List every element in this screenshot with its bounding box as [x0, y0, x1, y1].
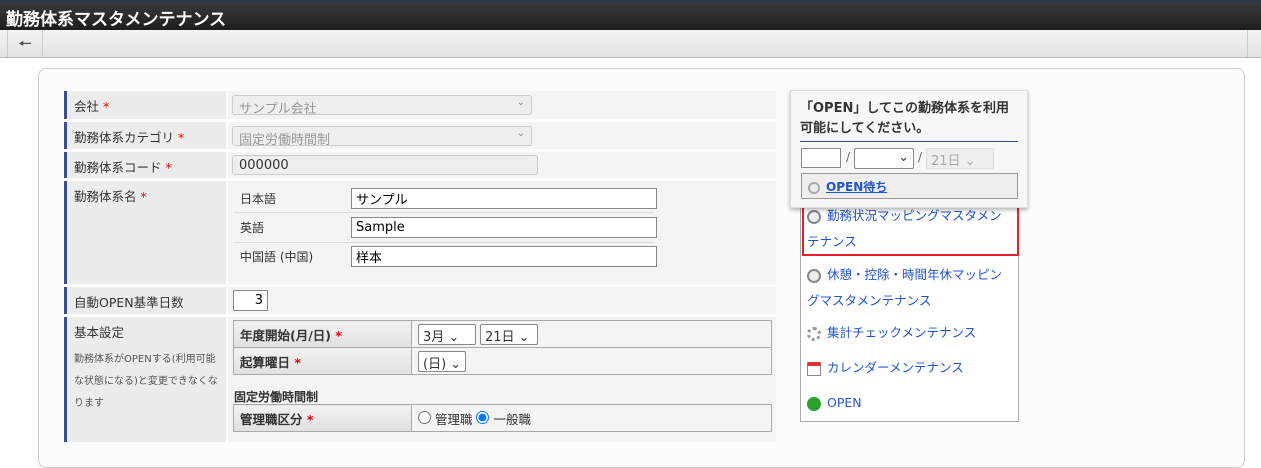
power-icon: [808, 181, 820, 194]
open-day-select: 21日 ⌄: [926, 148, 994, 169]
page-title: 勤務体系マスタメンテナンス: [0, 0, 1261, 30]
calendar-icon: [807, 361, 821, 376]
toolbar-divider: [1247, 30, 1261, 57]
clock-icon: [807, 268, 821, 283]
name-ja-input[interactable]: [351, 188, 657, 209]
menu-item-status-mapping[interactable]: 勤務状況マッピングマスタメンテナンス: [807, 203, 1007, 255]
name-en-input[interactable]: [351, 217, 657, 238]
radio-manager[interactable]: [418, 410, 431, 424]
open-wait-button[interactable]: OPEN待ち: [801, 173, 1018, 199]
menu-item-break-mapping[interactable]: 休憩・控除・時間年休マッピングマスタメンテナンス: [807, 262, 1012, 314]
menu-item-open[interactable]: OPEN: [807, 390, 862, 416]
fiscal-day-select[interactable]: 21日 ⌄: [479, 323, 538, 345]
gear-icon: [807, 326, 821, 341]
open-popup: 「OPEN」してこの勤務体系を利用可能にしてください。 / ⌄ / 21日 ⌄ …: [790, 90, 1028, 208]
open-message: 「OPEN」してこの勤務体系を利用可能にしてください。: [800, 99, 1018, 142]
basic-settings-table: 年度開始(月/日) * 3月 ⌄ 21日 ⌄ 起算曜日 * (日) ⌄: [233, 320, 772, 375]
company-select[interactable]: サンプル会社 ⌄: [232, 95, 532, 117]
clock-icon: [807, 209, 821, 224]
open-month-select[interactable]: ⌄: [854, 148, 914, 169]
fiscal-month-select[interactable]: 3月 ⌄: [418, 323, 476, 345]
menu-item-calendar[interactable]: カレンダーメンテナンス: [807, 355, 964, 381]
section-heading: 固定労働時間制: [234, 390, 319, 404]
toolbar: 🠔: [0, 30, 1261, 58]
name-fields: 日本語 英語 中国語 (中国): [228, 181, 776, 284]
lang-label-ja: 日本語: [240, 192, 277, 206]
open-year-input[interactable]: [801, 148, 841, 168]
radio-general[interactable]: [476, 410, 490, 424]
back-arrow-icon[interactable]: 🠔: [7, 30, 43, 57]
power-icon: [807, 396, 821, 411]
company-label: 会社 *: [64, 91, 226, 119]
name-zh-input[interactable]: [351, 246, 657, 267]
lang-label-zh: 中国語 (中国): [240, 250, 314, 264]
code-field: 000000: [232, 155, 538, 175]
auto-open-input[interactable]: [233, 290, 268, 311]
fiscal-start-label: 年度開始(月/日) *: [233, 320, 412, 348]
code-label: 勤務体系コード *: [64, 152, 226, 178]
action-menu: 勤務状況マッピングマスタメンテナンス 休憩・控除・時間年休マッピングマスタメンテ…: [800, 173, 1019, 422]
auto-open-label: 自動OPEN基準日数: [64, 287, 226, 314]
basic-settings-label: 基本設定 勤務体系がOPENする(利用可能な状態になる)と変更できなくなります: [64, 317, 226, 442]
manager-class-label: 管理職区分 *: [233, 404, 412, 432]
category-label: 勤務体系カテゴリ *: [64, 122, 226, 149]
basic-settings-note: 勤務体系がOPENする(利用可能な状態になる)と変更できなくなります: [74, 354, 218, 409]
weekday-label: 起算曜日 *: [233, 347, 412, 375]
weekday-select[interactable]: (日) ⌄: [418, 350, 467, 372]
name-label: 勤務体系名 *: [64, 181, 226, 284]
lang-label-en: 英語: [240, 221, 265, 235]
menu-item-aggregate-check[interactable]: 集計チェックメンテナンス: [807, 320, 976, 346]
category-select[interactable]: 固定労働時間制 ⌄: [232, 126, 532, 148]
